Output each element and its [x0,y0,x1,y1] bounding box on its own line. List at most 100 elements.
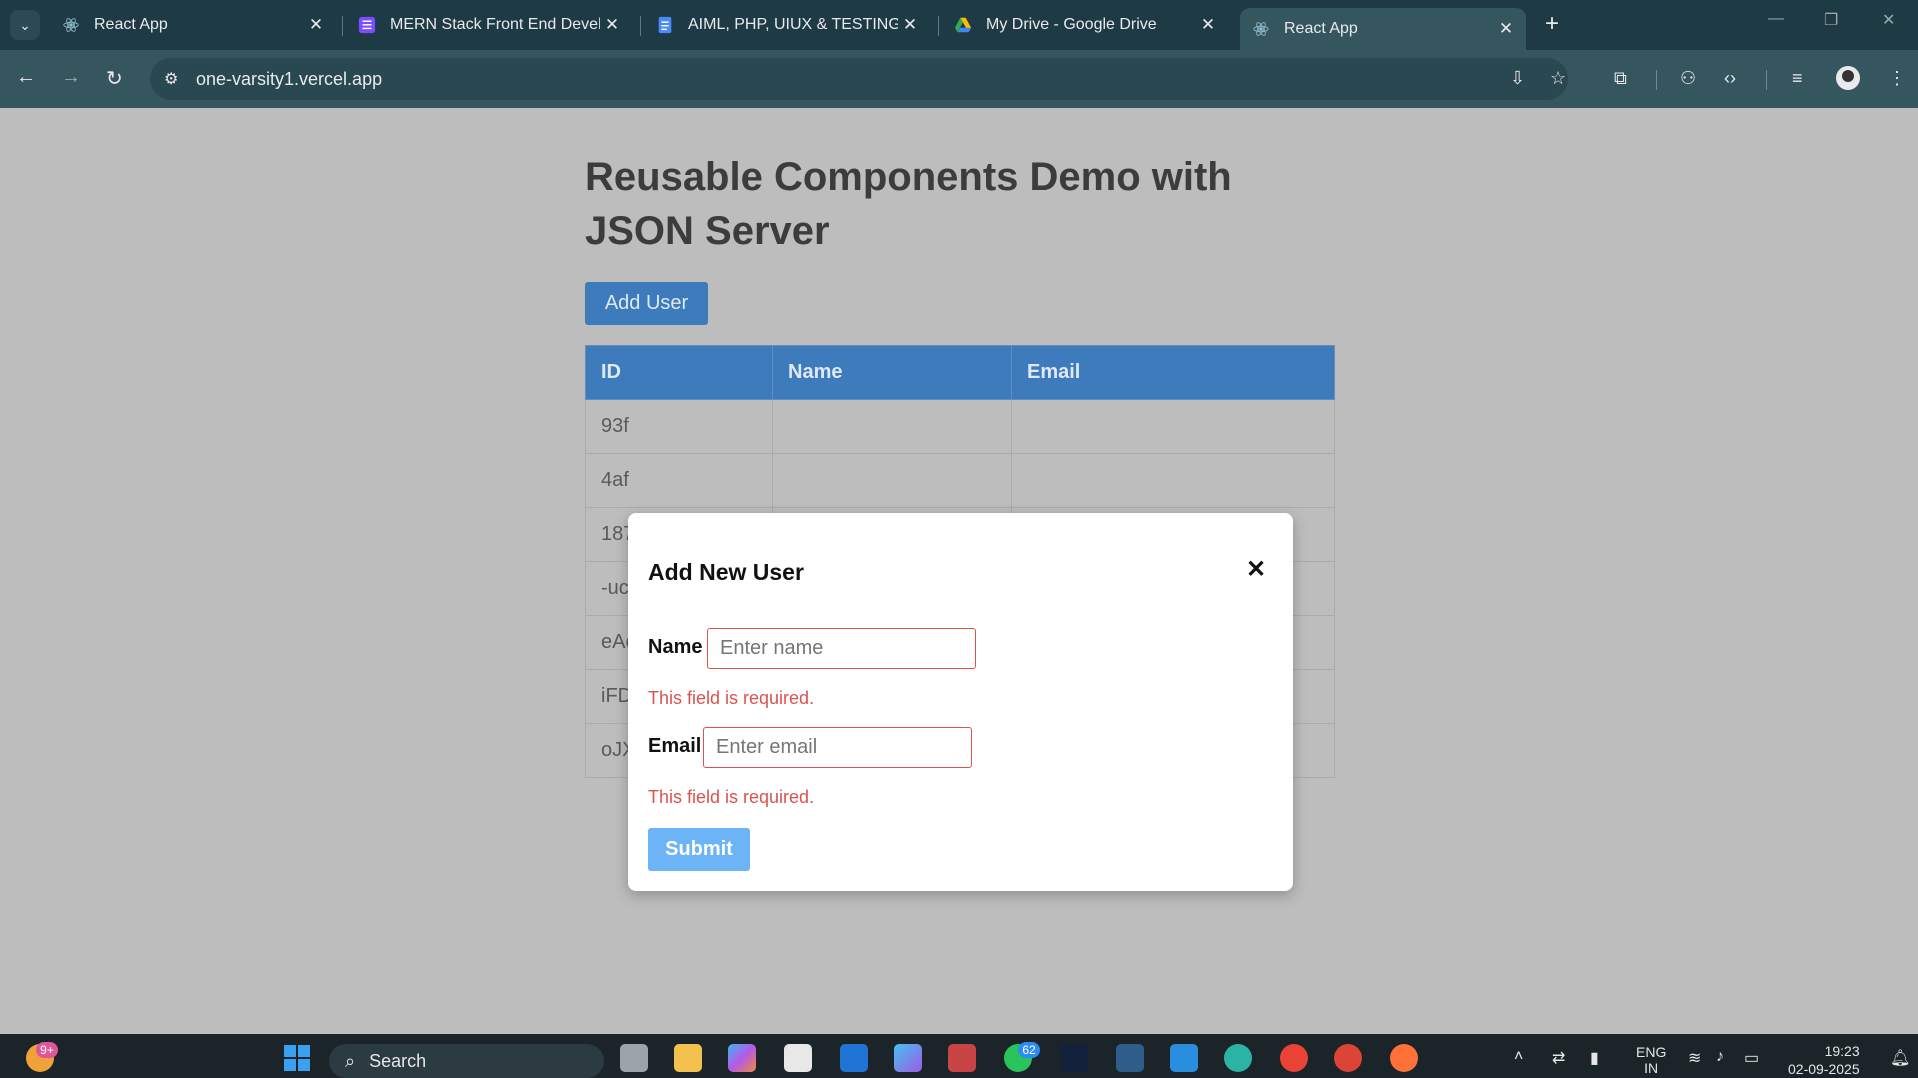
email-input[interactable] [703,727,972,768]
profile-avatar[interactable] [1836,66,1860,90]
tab-divider [342,16,343,36]
table-header-row: ID Name Email [585,345,1335,400]
name-label: Name [648,636,703,658]
search-label: Search [369,1050,427,1071]
name-input[interactable] [707,628,976,669]
close-tab-icon[interactable]: ✕ [898,15,922,35]
weather-badge: 9+ [36,1042,58,1058]
chrome-profile-icon[interactable] [1334,1044,1362,1072]
extensions-icon[interactable]: ⧉ [1614,68,1627,89]
close-icon[interactable]: ✕ [1246,555,1266,584]
react-icon [63,18,79,32]
email-error-message: This field is required. [648,787,815,807]
reload-icon[interactable]: ↻ [106,66,123,91]
tab-google-drive[interactable]: My Drive - Google Drive ✕ [942,8,1228,42]
wifi-icon[interactable]: ≋ [1688,1048,1701,1068]
tab-divider [938,16,939,36]
react-icon [1253,22,1269,36]
clock-time: 19:23 [1824,1043,1860,1059]
mysql-workbench-icon[interactable] [1116,1044,1144,1072]
microsoft-store-icon[interactable] [784,1044,812,1072]
toolbar-divider [1766,70,1767,90]
install-app-icon[interactable]: ⇩ [1510,68,1525,89]
tab-title: AIML, PHP, UIUX & TESTING_In [688,16,898,33]
system-clock[interactable]: 19:23 02-09-2025 [1788,1042,1860,1078]
lang-line2: IN [1644,1060,1659,1076]
tab-title: React App [94,16,168,33]
cell-email [1011,399,1335,454]
close-tab-icon[interactable]: ✕ [600,15,624,35]
restore-icon[interactable]: ❐ [1824,10,1838,30]
cell-id: 93f [585,399,773,454]
page-content: Reusable Components Demo with JSON Serve… [0,108,1918,1034]
taskbar-search[interactable]: ⌕ Search [329,1044,604,1078]
new-tab-plus-icon[interactable]: + [1545,12,1559,36]
tab-react-app-active[interactable]: React App ✕ [1240,8,1526,50]
cell-name [772,453,1012,508]
column-header-name: Name [772,345,1012,400]
tab-divider [640,16,641,36]
minimize-icon[interactable]: — [1768,10,1784,28]
volume-icon[interactable]: ♪ [1716,1048,1724,1066]
kebab-menu-icon[interactable]: ⋮ [1888,68,1906,89]
file-explorer-icon[interactable] [674,1044,702,1072]
firefox-icon[interactable] [1390,1044,1418,1072]
tray-settings-icon[interactable]: ⇄ [1552,1048,1565,1068]
copilot-icon[interactable] [728,1044,756,1072]
name-error-message: This field is required. [648,688,815,708]
vscode-icon[interactable] [1170,1044,1198,1072]
whatsapp-badge: 62 [1018,1042,1040,1058]
chevron-up-icon[interactable]: ˄ [1514,1048,1523,1066]
table-row: 4af [585,453,1335,508]
close-tab-icon[interactable]: ✕ [1196,15,1220,35]
google-drive-icon [954,17,972,33]
search-icon: ⌕ [345,1050,356,1071]
bookmark-star-icon[interactable]: ☆ [1550,68,1566,89]
media-queue-icon[interactable]: ≡ [1792,68,1803,89]
tab-title: My Drive - Google Drive [986,16,1157,33]
m365-icon[interactable] [894,1044,922,1072]
column-header-email: Email [1011,345,1335,400]
close-tab-icon[interactable]: ✕ [304,15,328,35]
add-user-modal: Add New User ✕ Name This field is requir… [628,513,1293,891]
language-indicator[interactable]: ENG IN [1636,1044,1666,1076]
table-row: 93f [585,399,1335,454]
page-title: Reusable Components Demo with JSON Serve… [585,155,1232,253]
tab-search-button[interactable]: ⌄ [10,10,40,40]
windows-taskbar: 9+ ⌕ Search 62 ˄ ⇄ ▮ ENG IN ≋ ♪ ▭ 19:23 … [0,1034,1918,1078]
back-arrow-icon[interactable]: ← [16,66,36,89]
docs-icon [658,16,672,34]
toolbar-divider [1656,70,1657,90]
tray-app-icon[interactable]: ▮ [1590,1048,1599,1068]
lang-line1: ENG [1636,1044,1667,1060]
snipping-tool-icon[interactable] [948,1044,976,1072]
submit-button[interactable]: Submit [648,828,750,871]
outlook-icon[interactable] [840,1044,868,1072]
task-view-icon[interactable] [620,1044,648,1072]
chevron-down-icon: ⌄ [19,16,31,33]
tab-aiml-doc[interactable]: AIML, PHP, UIUX & TESTING_In ✕ [644,8,930,42]
address-bar[interactable]: ⚙ one-varsity1.vercel.app [150,58,1568,100]
tab-react-app-1[interactable]: React App ✕ [50,8,336,42]
close-tab-icon[interactable]: ✕ [1494,19,1518,39]
devtools-code-icon[interactable]: ‹› [1724,68,1736,89]
cell-id: 4af [585,453,773,508]
forward-arrow-icon[interactable]: → [61,66,81,89]
battery-icon[interactable]: ▭ [1744,1048,1759,1068]
column-header-id: ID [585,345,773,400]
email-label: Email [648,735,702,757]
edge-icon[interactable] [1224,1044,1252,1072]
php-app-icon[interactable] [1060,1044,1088,1072]
forms-icon [358,16,376,34]
incognito-icon[interactable]: ⚇ [1680,68,1696,89]
chrome-icon[interactable] [1280,1044,1308,1072]
tab-mern-stack[interactable]: MERN Stack Front End Develop ✕ [346,8,632,42]
add-user-button[interactable]: Add User [585,282,708,325]
cell-email [1011,453,1335,508]
notification-bell-icon[interactable]: 🔔︎ [1890,1048,1910,1068]
url-text[interactable]: one-varsity1.vercel.app [196,69,382,90]
site-info-icon[interactable]: ⚙ [164,69,178,89]
windows-start-icon[interactable] [283,1044,311,1072]
close-window-icon[interactable]: ✕ [1882,10,1895,30]
tab-title: React App [1284,20,1358,37]
